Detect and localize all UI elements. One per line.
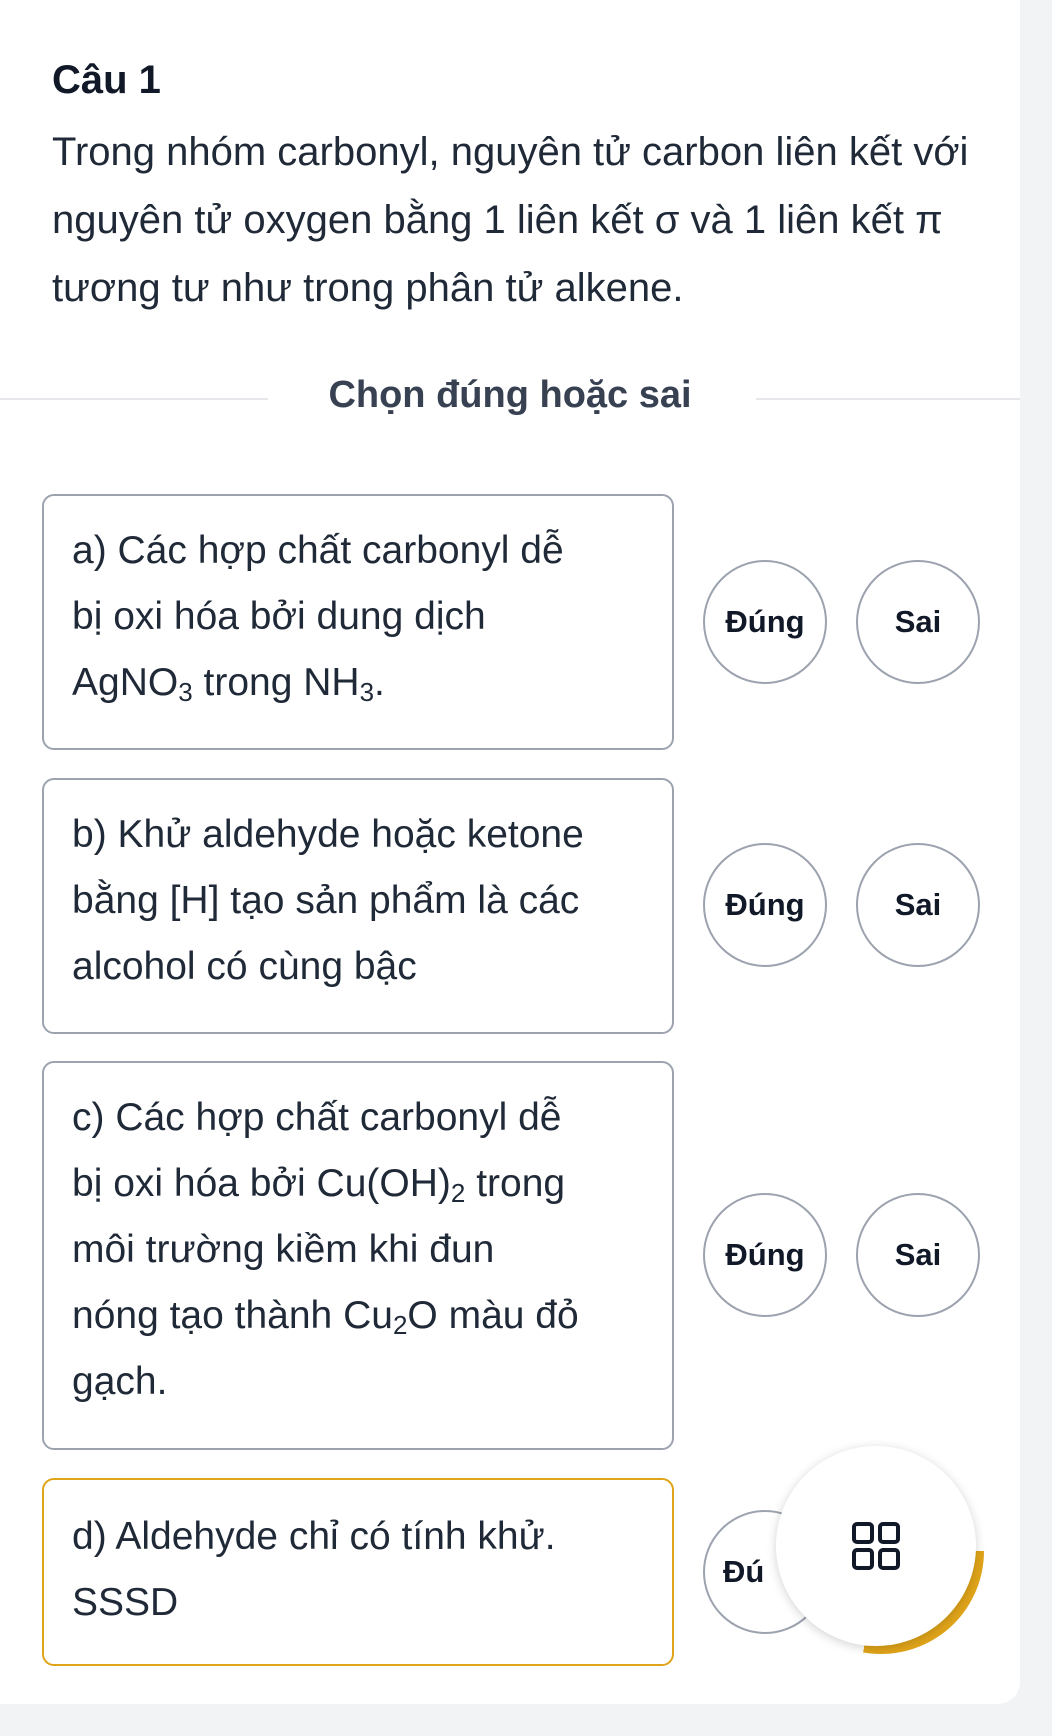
statement-d-line: d) Aldehyde chỉ có tính khử. — [72, 1515, 556, 1558]
statement-a-true-button[interactable]: Đúng — [703, 560, 827, 684]
question-title: Câu 1 — [52, 58, 161, 102]
statement-c-false-button[interactable]: Sai — [856, 1193, 980, 1317]
statement-a-line: bị oxi hóa bởi dung dịch — [72, 595, 486, 638]
statement-c-line: nóng tạo thành Cu2O màu đỏ — [72, 1294, 579, 1340]
statement-d-answer-text: SSSD — [72, 1581, 179, 1624]
floating-menu[interactable] — [776, 1446, 984, 1654]
statement-b-true-button[interactable]: Đúng — [703, 843, 827, 967]
statement-b: b) Khử aldehyde hoặc ketone bằng [H] tạo… — [42, 778, 674, 1034]
statement-b-text: b) Khử aldehyde hoặc ketone bằng [H] tạo… — [72, 802, 654, 1000]
section-label: Chọn đúng hoặc sai — [328, 374, 692, 416]
statement-a-false-button[interactable]: Sai — [856, 560, 980, 684]
statement-a: a) Các hợp chất carbonyl dễ bị oxi hóa b… — [42, 494, 674, 750]
statement-a-line: a) Các hợp chất carbonyl dễ — [72, 529, 564, 572]
grid-menu-button[interactable] — [776, 1446, 976, 1646]
statement-a-text: a) Các hợp chất carbonyl dễ bị oxi hóa b… — [72, 518, 654, 716]
statement-c-line: gạch. — [72, 1360, 168, 1403]
statement-c: c) Các hợp chất carbonyl dễ bị oxi hóa b… — [42, 1061, 674, 1450]
statement-c-line: bị oxi hóa bởi Cu(OH)2 trong — [72, 1162, 566, 1208]
section-divider: Chọn đúng hoặc sai — [0, 370, 1020, 426]
statement-b-line: b) Khử aldehyde hoặc ketone — [72, 813, 584, 856]
question-text: Trong nhóm carbonyl, nguyên tử carbon li… — [52, 130, 969, 310]
statement-a-line: AgNO3 trong NH3. — [72, 661, 385, 707]
statement-b-line: alcohol có cùng bậc — [72, 945, 417, 988]
statement-b-false-button[interactable]: Sai — [856, 843, 980, 967]
question-card: Câu 1 Trong nhóm carbonyl, nguyên tử car… — [0, 0, 1020, 1704]
statement-d: d) Aldehyde chỉ có tính khử. SSSD — [42, 1478, 674, 1666]
statement-c-true-button[interactable]: Đúng — [703, 1193, 827, 1317]
statement-d-text: d) Aldehyde chỉ có tính khử. SSSD — [72, 1504, 654, 1636]
statement-c-line: môi trường kiềm khi đun — [72, 1228, 495, 1271]
statement-b-line: bằng [H] tạo sản phẩm là các — [72, 879, 580, 922]
grid-icon — [852, 1522, 900, 1570]
divider-line-right — [756, 398, 1020, 400]
statement-c-text: c) Các hợp chất carbonyl dễ bị oxi hóa b… — [72, 1085, 654, 1415]
statement-c-line: c) Các hợp chất carbonyl dễ — [72, 1096, 562, 1139]
